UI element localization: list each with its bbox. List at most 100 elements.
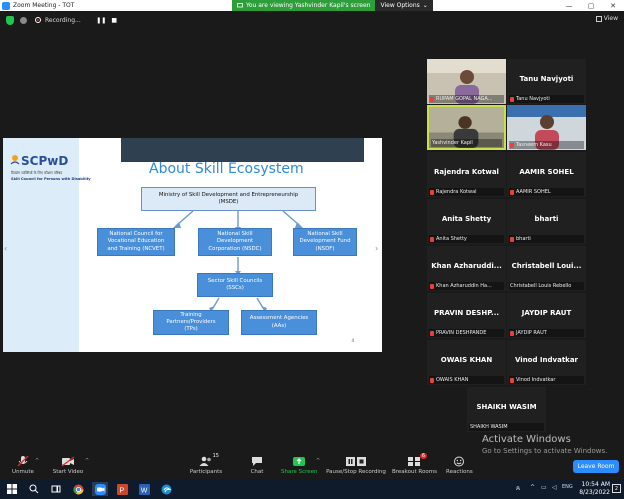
word-app-icon[interactable]: W [136, 482, 152, 496]
search-icon[interactable] [26, 482, 42, 496]
person-tray-icon[interactable]: ጰ [516, 484, 520, 493]
participant-tile[interactable]: Rajendra Kotwal Rajendra Kotwal [427, 152, 506, 197]
pause-stop-recording-button[interactable]: Pause/Stop Recording [325, 456, 387, 475]
participant-tile-active-speaker[interactable]: Yashvinder Kapil [427, 105, 506, 150]
participants-icon: 15 [199, 453, 219, 467]
slide-prev-arrow-icon[interactable]: ‹ [4, 244, 10, 254]
mic-muted-icon [510, 189, 514, 195]
microphone-muted-icon [16, 455, 30, 467]
participants-count: 15 [212, 453, 219, 459]
chrome-app-icon[interactable] [70, 482, 86, 496]
view-options-label: View Options [380, 2, 420, 9]
shared-screen-slide: SCPwD दिव्यांग व्यक्तियों के लिए कौशल पर… [3, 138, 382, 352]
recording-label: Recording... [45, 16, 81, 24]
box-ssc: Sector Skill Councils (SSCs) [197, 273, 273, 297]
participant-tile[interactable]: Tasneem Kasu [507, 105, 586, 150]
participant-tile[interactable]: AAMIR SOHEL AAMIR SOHEL [507, 152, 586, 197]
participant-name-label: Rajendra Kotwal [429, 188, 504, 196]
participant-display-name: Vinod Indvatkar [515, 356, 578, 364]
language-indicator[interactable]: ENG [562, 484, 573, 490]
meeting-info-icon[interactable] [20, 16, 27, 24]
participant-tile[interactable]: Christabell Loui... Christabell Louis Re… [507, 246, 586, 291]
mic-muted-icon [510, 236, 514, 242]
participant-tile[interactable]: JAYDIP RAUT JAYDIP RAUT [507, 293, 586, 338]
share-banner-message: You are viewing Yashvinder Kapil's scree… [232, 0, 376, 11]
participant-tile[interactable]: Khan Azharuddi... Khan Azharuddin Ha... [427, 246, 506, 291]
participant-tile[interactable]: Anita Shetty Anita Shetty [427, 199, 506, 244]
mic-muted-icon [430, 377, 434, 383]
svg-text:P: P [119, 487, 124, 494]
activate-windows-title: Activate Windows [482, 434, 571, 445]
task-view-icon[interactable] [48, 482, 64, 496]
stop-recording-button[interactable]: ■ [110, 16, 119, 25]
windows-start-icon[interactable] [4, 482, 20, 496]
participants-button[interactable]: 15 Participants [188, 453, 224, 475]
video-options-chevron-icon[interactable]: ^ [85, 458, 89, 464]
participant-name-label: Christabell Louis Rebello [509, 282, 584, 290]
breakout-rooms-icon: 6 [407, 453, 427, 467]
participant-display-name: PRAVIN DESHP... [433, 309, 500, 317]
screen-share-banner: You are viewing Yashvinder Kapil's scree… [232, 0, 433, 11]
svg-text:W: W [140, 487, 147, 494]
participant-display-name: Anita Shetty [441, 215, 492, 223]
participant-display-name: Tanu Navjyoti [519, 75, 574, 83]
system-clock[interactable]: 10:54 AM 8/23/2022 [579, 481, 610, 496]
box-aas: Assessment Agencies (AAs) [241, 310, 317, 335]
mic-muted-icon [510, 377, 514, 383]
zoom-logo-icon [2, 1, 10, 10]
breakout-rooms-button[interactable]: 6 Breakout Rooms [392, 453, 437, 475]
participant-name-label: PRAVIN DESHPANDE [429, 329, 504, 337]
notification-center-icon[interactable]: 2 [612, 484, 621, 493]
network-tray-icon[interactable]: ▭ [541, 484, 547, 491]
window-controls: — ▢ ✕ [558, 0, 624, 11]
participant-tile[interactable]: SHAIKH WASIM SHAIKH WASIM [467, 387, 546, 432]
box-ncvet: National Council for Vocational Educatio… [97, 228, 175, 256]
minimize-button[interactable]: — [558, 0, 580, 11]
meeting-top-bar: Recording... ❚❚ ■ View [0, 11, 624, 29]
share-screen-button[interactable]: Share Screen [281, 456, 318, 475]
view-options-button[interactable]: View Options ⌄ [375, 0, 433, 11]
participant-name-label: Khan Azharuddin Ha... [429, 282, 504, 290]
participant-tile[interactable]: Tanu Navjyoti Tanu Navjyoti [507, 59, 586, 104]
participant-tile[interactable]: PRAVIN DESHP... PRAVIN DESHPANDE [427, 293, 506, 338]
participant-display-name: Christabell Loui... [511, 262, 582, 270]
participant-name-label: bharti [509, 235, 584, 243]
participant-name-label: Anita Shetty [429, 235, 504, 243]
view-button[interactable]: View [595, 15, 618, 22]
pause-recording-button[interactable]: ❚❚ [96, 16, 106, 25]
participant-name-label: JAYDIP RAUT [509, 329, 584, 337]
tray-chevron-icon[interactable]: ^ [530, 484, 535, 491]
encryption-shield-icon[interactable] [6, 15, 14, 25]
edge-app-icon[interactable] [158, 482, 174, 496]
mic-muted-icon [430, 96, 434, 102]
zoom-app-icon[interactable] [92, 482, 108, 496]
participant-name-label: OWAIS KHAN [429, 376, 504, 384]
powerpoint-app-icon[interactable]: P [114, 482, 130, 496]
participant-tile[interactable]: bharti bharti [507, 199, 586, 244]
unmute-button[interactable]: Unmute [10, 455, 36, 475]
maximize-button[interactable]: ▢ [580, 0, 602, 11]
share-options-chevron-icon[interactable]: ^ [316, 458, 320, 464]
close-button[interactable]: ✕ [602, 0, 624, 11]
mic-muted-icon [510, 330, 514, 336]
chevron-down-icon: ⌄ [422, 2, 428, 9]
participant-tile[interactable]: OWAIS KHAN OWAIS KHAN [427, 340, 506, 385]
participant-name-label: SHAIKH WASIM [469, 423, 544, 431]
view-button-label: View [603, 15, 618, 22]
start-video-button[interactable]: Start Video [50, 456, 86, 475]
grid-view-icon [595, 15, 602, 22]
slide-next-arrow-icon[interactable]: › [375, 244, 381, 254]
volume-tray-icon[interactable]: ◁ [552, 484, 557, 491]
smiley-face-icon [452, 456, 466, 467]
recording-dot-icon [35, 17, 41, 23]
audio-options-chevron-icon[interactable]: ^ [35, 458, 39, 464]
participant-tile[interactable]: Vinod Indvatkar Vinod Indvatkar [507, 340, 586, 385]
participant-tile[interactable]: RUPAM GOPAL NAGA... [427, 59, 506, 104]
participant-name-label: RUPAM GOPAL NAGA... [429, 95, 504, 103]
participant-name-label: Tasneem Kasu [509, 141, 584, 149]
chat-button[interactable]: Chat [246, 456, 268, 475]
reactions-button[interactable]: Reactions [446, 456, 473, 475]
mic-muted-icon [510, 142, 514, 148]
window-title: Zoom Meeting - TOT [13, 2, 75, 9]
participant-display-name: SHAIKH WASIM [476, 403, 537, 411]
